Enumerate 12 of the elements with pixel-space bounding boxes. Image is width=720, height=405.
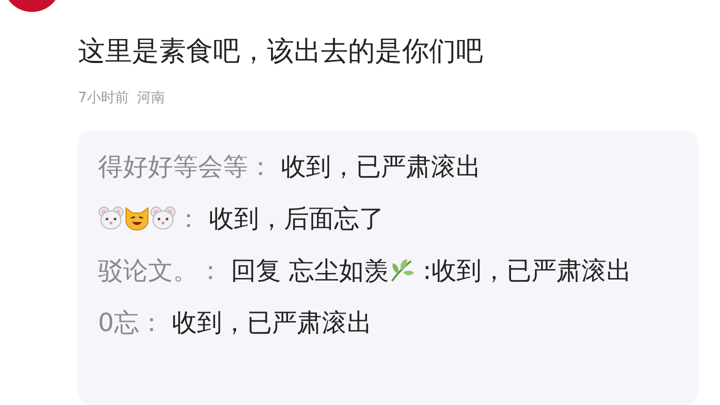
reply-author: 得好好等会等： [98,152,273,181]
comment-text: 这里是素食吧，该出去的是你们吧 [78,35,483,69]
reply-text: 收到，后面忘了 [208,204,384,233]
reply-text: :收到，已严肃滚出 [422,256,632,285]
comment-time: 7小时前 [78,89,129,108]
reply-text: 回复 忘尘如羡 [230,256,389,285]
reply-author: ： [176,204,201,233]
reply-author: 0忘： [98,308,164,337]
reply-text: 收到，已严肃滚出 [172,308,372,337]
reply-author: 驳论文。： [98,256,223,285]
reply-text: 收到，已严肃滚出 [280,152,481,181]
comment-location: 河南 [136,89,165,108]
